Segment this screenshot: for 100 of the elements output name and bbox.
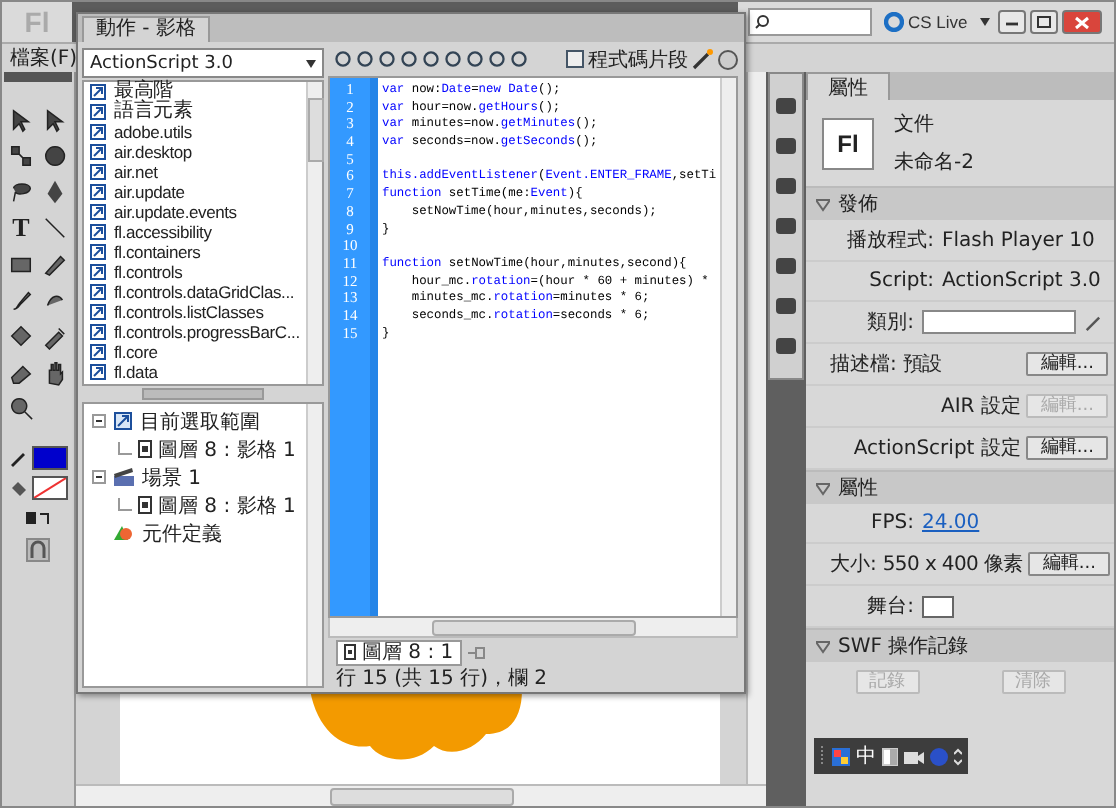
package-item[interactable]: adobe.utils: [114, 122, 192, 142]
shapes-icon: [114, 524, 134, 542]
tree-connector: [118, 497, 132, 513]
package-icon: [90, 304, 106, 320]
package-item[interactable]: 最高階: [114, 82, 173, 102]
package-item[interactable]: fl.containers: [114, 242, 201, 262]
property-label: 描述檔:: [830, 351, 897, 378]
frame-icon: [344, 644, 356, 660]
magic-wand-icon[interactable]: [692, 48, 714, 70]
package-item[interactable]: air.desktop: [114, 142, 192, 162]
fill-color-swatch[interactable]: [31, 476, 67, 500]
maximize-icon: [1035, 16, 1052, 28]
script-tab[interactable]: 圖層 8 : 1: [336, 639, 462, 665]
paint-bucket-icon[interactable]: [8, 322, 34, 350]
edit-button[interactable]: 編輯...: [1026, 436, 1108, 460]
fps-value-link[interactable]: 24.00: [922, 512, 980, 534]
section-header[interactable]: 發佈: [806, 186, 1114, 220]
horizontal-scrollbar[interactable]: [328, 618, 738, 638]
package-icon: [90, 324, 106, 340]
package-item[interactable]: fl.controls: [114, 262, 183, 282]
splitter-handle[interactable]: [142, 388, 264, 400]
brush-icon[interactable]: [8, 286, 34, 314]
horizontal-scrollbar[interactable]: [76, 784, 766, 806]
collapse-toggle-icon[interactable]: [92, 414, 106, 428]
collapse-toggle-icon[interactable]: [92, 470, 106, 484]
package-icon: [90, 104, 106, 120]
eyedropper-icon[interactable]: [42, 322, 68, 350]
property-value: Flash Player 10: [942, 229, 1095, 251]
section-header[interactable]: SWF 操作記錄: [806, 628, 1114, 662]
section-header[interactable]: 屬性: [806, 470, 1114, 504]
minimize-button[interactable]: [997, 10, 1026, 34]
pencil-icon[interactable]: [1084, 312, 1102, 332]
section-title: SWF 操作記錄: [838, 633, 969, 660]
zoom-icon[interactable]: [8, 394, 34, 422]
package-item[interactable]: 語言元素: [114, 102, 193, 122]
close-button[interactable]: [1061, 10, 1102, 34]
package-icon: [90, 144, 106, 160]
vertical-scrollbar[interactable]: [720, 78, 736, 616]
stroke-color-icon: [9, 449, 27, 467]
vertical-scrollbar[interactable]: [306, 404, 322, 686]
pencil-icon[interactable]: [42, 250, 68, 278]
property-value: ActionScript 3.0: [942, 270, 1101, 292]
property-value: 550 x 400 像素: [882, 551, 1023, 578]
search-field[interactable]: [748, 8, 872, 36]
magnet-icon[interactable]: [26, 538, 50, 562]
package-item[interactable]: fl.accessibility: [114, 222, 212, 242]
vertical-scrollbar[interactable]: [306, 82, 322, 384]
stage-color-swatch[interactable]: [922, 595, 954, 617]
code-snippets-button[interactable]: 程式碼片段: [566, 45, 688, 73]
tree-item[interactable]: 圖層 8 : 影格 1: [158, 435, 296, 463]
lasso-icon[interactable]: [8, 178, 34, 206]
edit-button[interactable]: 編輯...: [1028, 552, 1110, 576]
input-mode[interactable]: 中: [856, 742, 876, 770]
stroke-color-swatch[interactable]: [31, 446, 67, 470]
selection-arrow-icon[interactable]: [8, 106, 34, 134]
package-item[interactable]: air.net: [114, 162, 158, 182]
package-icon: [90, 344, 106, 360]
class-input-field[interactable]: [922, 310, 1077, 334]
package-item[interactable]: fl.controls.dataGridClas...: [114, 282, 295, 302]
options-icon[interactable]: [954, 747, 962, 765]
properties-tab[interactable]: 屬性: [806, 72, 890, 100]
tree-item[interactable]: 場景 1: [142, 463, 202, 491]
snippet-icon: [566, 50, 584, 68]
close-icon: [1073, 15, 1090, 29]
package-item[interactable]: air.update.events: [114, 202, 237, 222]
code-editor[interactable]: [328, 76, 738, 618]
property-label: AIR 設定: [938, 393, 1021, 420]
package-item[interactable]: air.update: [114, 182, 185, 202]
package-item[interactable]: fl.controls.progressBarC...: [114, 322, 300, 342]
menu-item[interactable]: 檔案(F): [10, 44, 78, 72]
frame-icon: [138, 496, 152, 514]
pen-icon[interactable]: [42, 178, 68, 206]
section-title: 發佈: [838, 192, 878, 218]
free-transform-icon[interactable]: [8, 142, 34, 170]
panel-header: [4, 72, 72, 82]
sphere-icon[interactable]: [42, 142, 68, 170]
edit-button[interactable]: 編輯...: [1026, 352, 1108, 376]
tree-item[interactable]: 目前選取範圍: [140, 407, 260, 435]
keyboard-icon[interactable]: [904, 747, 924, 765]
cs-live-menu[interactable]: CS Live: [908, 12, 968, 32]
swap-colors-icon[interactable]: [24, 510, 52, 528]
vertical-scrollbar[interactable]: [746, 72, 766, 784]
maximize-button[interactable]: [1029, 10, 1058, 34]
text-tool[interactable]: T: [12, 214, 30, 242]
panel-tab[interactable]: 動作 - 影格: [82, 16, 210, 42]
clapperboard-icon: [114, 468, 134, 486]
language-dropdown[interactable]: ActionScript 3.0: [82, 48, 324, 78]
search-icon: [754, 14, 770, 30]
subselect-arrow-icon[interactable]: [42, 106, 68, 134]
tree-connector: [118, 441, 132, 457]
package-item[interactable]: fl.controls.listClasses: [114, 302, 264, 322]
ime-logo-icon[interactable]: [832, 747, 850, 765]
tree-item[interactable]: 圖層 8 : 影格 1: [158, 491, 296, 519]
half-width-icon[interactable]: [882, 747, 898, 765]
package-item[interactable]: fl.core: [114, 342, 158, 362]
document-type: 文件: [894, 111, 936, 138]
line-icon[interactable]: [42, 214, 68, 242]
package-item[interactable]: fl.data: [114, 362, 158, 382]
tree-item[interactable]: 元件定義: [142, 519, 222, 547]
package-icon: [90, 284, 106, 300]
